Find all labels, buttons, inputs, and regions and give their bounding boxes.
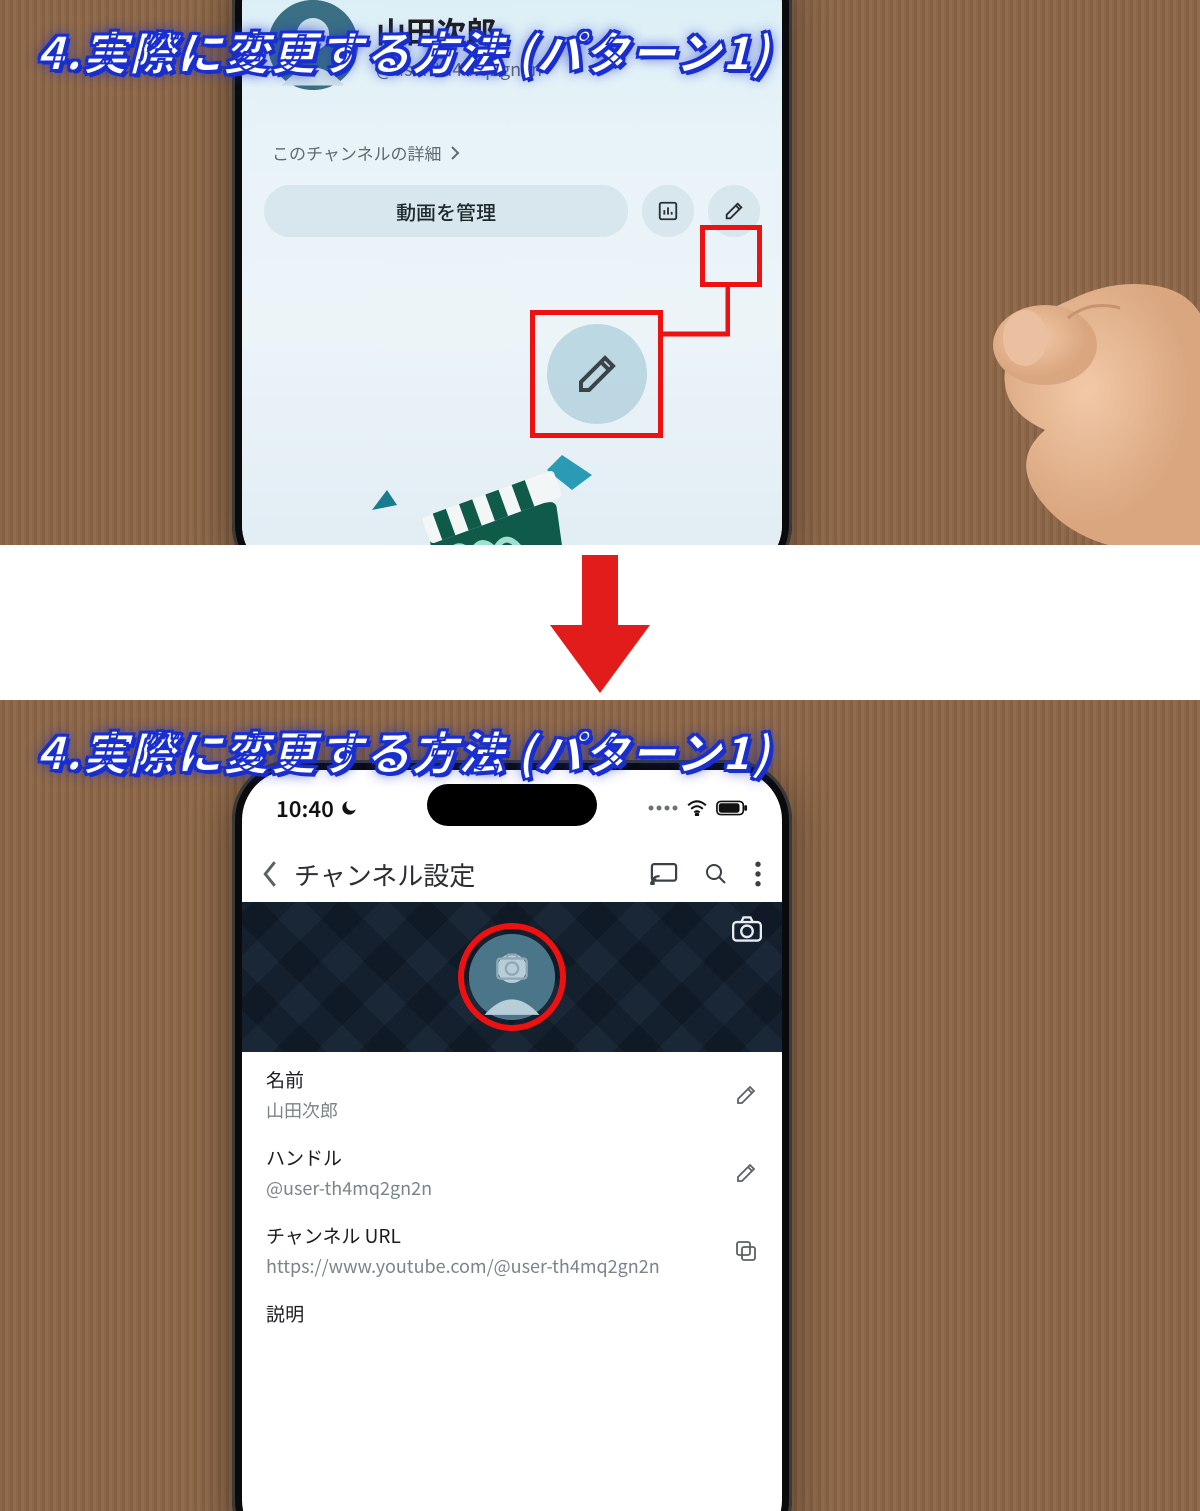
setting-name-label: 名前 xyxy=(266,1066,734,1093)
kebab-menu-icon[interactable] xyxy=(754,861,762,887)
setting-url-value: https://www.youtube.com/@user-th4mq2gn2n xyxy=(266,1253,734,1279)
dnd-moon-icon xyxy=(340,799,358,817)
setting-handle-row[interactable]: ハンドル @user-th4mq2gn2n xyxy=(242,1130,782,1216)
caption-text: 4.実際に変更する方法 (パターン1) xyxy=(36,18,770,84)
chevron-right-icon xyxy=(450,146,460,160)
highlight-edit-icon xyxy=(700,225,762,287)
wifi-icon xyxy=(686,800,708,816)
dynamic-island xyxy=(427,784,597,826)
analytics-button[interactable] xyxy=(642,185,694,237)
setting-description-row[interactable]: 説明 xyxy=(242,1286,782,1341)
caption-text: 4.実際に変更する方法 (パターン1) xyxy=(36,718,770,784)
zoom-circle xyxy=(547,324,647,424)
signal-dots-icon xyxy=(648,802,678,814)
highlight-edit-zoom xyxy=(530,310,663,438)
pencil-icon xyxy=(573,350,621,398)
camera-icon[interactable] xyxy=(732,916,762,942)
action-row: 動画を管理 xyxy=(264,185,760,237)
nav-title: チャンネル設定 xyxy=(294,856,634,893)
manage-videos-button[interactable]: 動画を管理 xyxy=(264,185,628,237)
setting-handle-value: @user-th4mq2gn2n xyxy=(266,1175,734,1201)
status-time: 10:40 xyxy=(276,792,334,824)
battery-icon xyxy=(716,800,748,816)
tutorial-step-top: 4.実際に変更する方法 (パターン1) 山田次郎 @user-th4mq2gn2… xyxy=(0,0,1200,545)
pencil-icon[interactable] xyxy=(734,1161,758,1185)
copy-icon[interactable] xyxy=(734,1239,758,1263)
setting-handle-label: ハンドル xyxy=(266,1144,734,1171)
setting-name-value: 山田次郎 xyxy=(266,1097,734,1123)
highlight-connector xyxy=(660,286,730,346)
setting-url-label: チャンネル URL xyxy=(266,1222,734,1249)
setting-name-row[interactable]: 名前 山田次郎 xyxy=(242,1052,782,1138)
channel-detail-link[interactable]: このチャンネルの詳細 xyxy=(272,140,460,165)
pencil-icon[interactable] xyxy=(734,1083,758,1107)
channel-banner[interactable] xyxy=(242,902,782,1052)
back-chevron-icon[interactable] xyxy=(262,861,278,887)
setting-url-row[interactable]: チャンネル URL https://www.youtube.com/@user-… xyxy=(242,1208,782,1294)
channel-detail-label: このチャンネルの詳細 xyxy=(272,140,442,165)
phone-frame: 10:40 チャンネル設定 xyxy=(232,760,792,1511)
tutorial-step-bottom: 4.実際に変更する方法 (パターン1) 10:40 xyxy=(0,700,1200,1511)
empty-state-illustration xyxy=(362,435,622,545)
manage-videos-label: 動画を管理 xyxy=(396,197,496,226)
down-arrow xyxy=(540,555,660,695)
setting-description-label: 説明 xyxy=(266,1300,758,1327)
phone-screen: 10:40 チャンネル設定 xyxy=(242,770,782,1511)
highlight-avatar-circle xyxy=(458,923,566,1031)
search-icon[interactable] xyxy=(704,862,728,886)
cast-icon[interactable] xyxy=(650,863,678,885)
pointing-finger xyxy=(950,230,1200,545)
nav-bar: チャンネル設定 xyxy=(242,846,782,902)
